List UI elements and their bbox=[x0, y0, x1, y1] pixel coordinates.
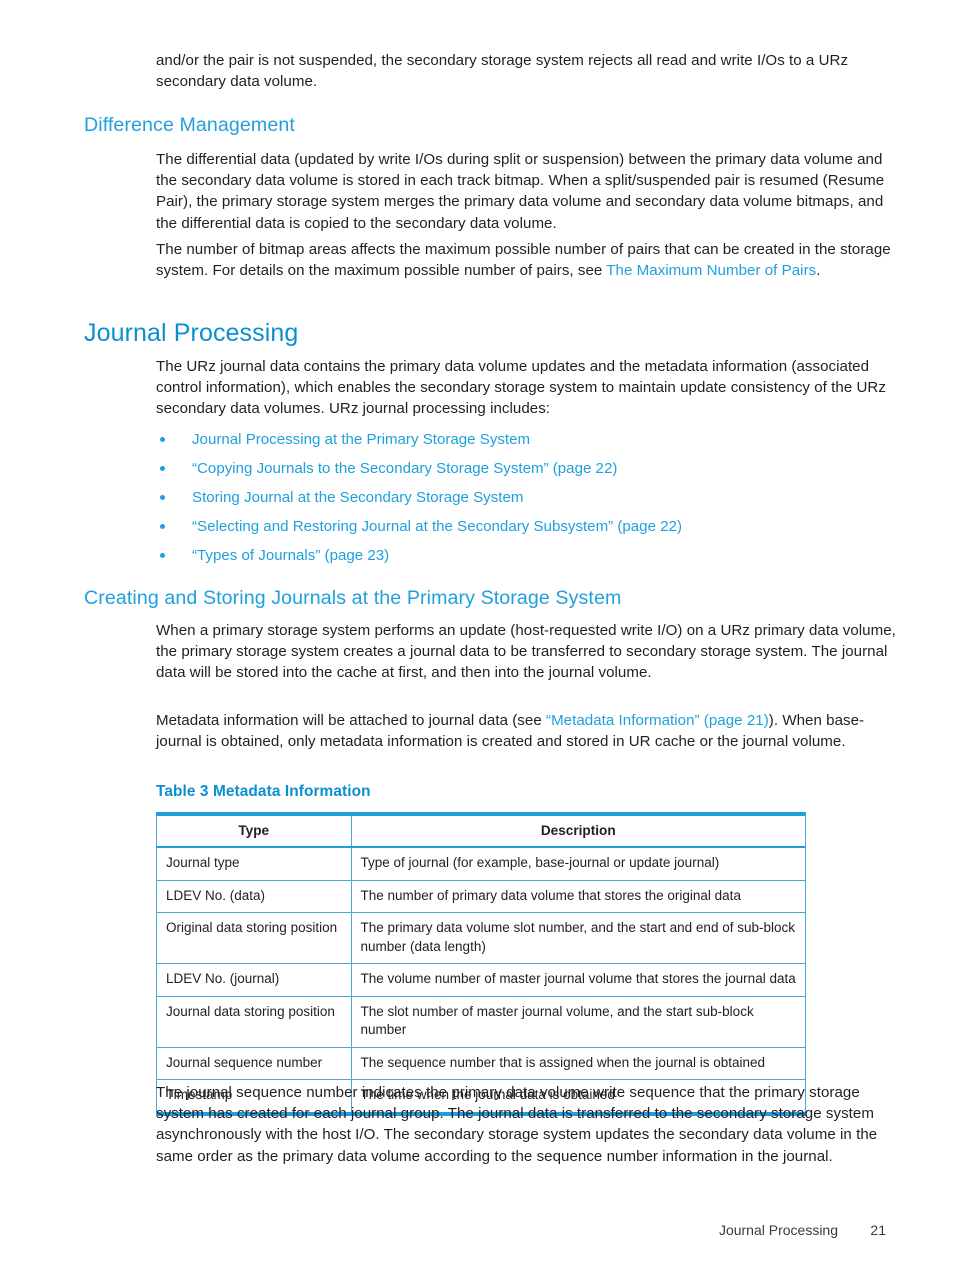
link-selecting-restoring-journal[interactable]: “Selecting and Restoring Journal at the … bbox=[192, 512, 682, 541]
journal-processing-paragraph-1: The URz journal data contains the primar… bbox=[156, 358, 886, 418]
footer-section-title: Journal Processing bbox=[718, 1222, 838, 1238]
cell-type: Journal data storing position bbox=[157, 996, 352, 1048]
list-item[interactable]: “Types of Journals” (page 23) bbox=[156, 541, 898, 570]
heading-creating-and-storing-journals: Creating and Storing Journals at the Pri… bbox=[84, 587, 622, 609]
cell-description: The slot number of master journal volume… bbox=[351, 996, 805, 1048]
heading-difference-management: Difference Management bbox=[84, 114, 295, 136]
link-storing-journal-secondary[interactable]: Storing Journal at the Secondary Storage… bbox=[192, 483, 523, 512]
list-item[interactable]: Journal Processing at the Primary Storag… bbox=[156, 425, 898, 454]
table-row: Original data storing position The prima… bbox=[157, 912, 805, 964]
cell-type: Journal type bbox=[157, 847, 352, 881]
heading-journal-processing: Journal Processing bbox=[84, 319, 299, 347]
paragraph-text-after: . bbox=[816, 262, 821, 280]
bullet-dot-icon bbox=[160, 437, 165, 442]
cell-description: The number of primary data volume that s… bbox=[351, 880, 805, 913]
journal-processing-bullet-list: Journal Processing at the Primary Storag… bbox=[156, 425, 898, 570]
list-item[interactable]: “Selecting and Restoring Journal at the … bbox=[156, 512, 898, 541]
bullet-dot-icon bbox=[160, 466, 165, 471]
table-row: LDEV No. (journal) The volume number of … bbox=[157, 963, 805, 997]
cell-type: LDEV No. (journal) bbox=[157, 963, 352, 997]
cell-type: Original data storing position bbox=[157, 912, 352, 964]
table-caption: Table 3 Metadata Information bbox=[156, 783, 371, 800]
cell-description: The primary data volume slot number, and… bbox=[351, 912, 805, 964]
cell-type: LDEV No. (data) bbox=[157, 880, 352, 913]
table-row: Journal data storing position The slot n… bbox=[157, 996, 805, 1048]
footer-page-number: 21 bbox=[870, 1222, 886, 1238]
cell-description: The volume number of master journal volu… bbox=[351, 963, 805, 997]
closing-paragraph: The journal sequence number indicates th… bbox=[156, 1084, 878, 1165]
link-copying-journals-secondary[interactable]: “Copying Journals to the Secondary Stora… bbox=[192, 454, 617, 483]
creating-storing-paragraph-1: When a primary storage system performs a… bbox=[156, 622, 896, 682]
metadata-information-table: Type Description Journal type Type of jo… bbox=[156, 812, 806, 1116]
bullet-dot-icon bbox=[160, 524, 165, 529]
cell-description: The sequence number that is assigned whe… bbox=[351, 1047, 805, 1080]
link-types-of-journals[interactable]: “Types of Journals” (page 23) bbox=[192, 541, 389, 570]
link-journal-processing-primary[interactable]: Journal Processing at the Primary Storag… bbox=[192, 425, 530, 454]
bullet-dot-icon bbox=[160, 553, 165, 558]
creating-storing-paragraph-2: Metadata information will be attached to… bbox=[156, 710, 898, 752]
difference-management-paragraph-2: The number of bitmap areas affects the m… bbox=[156, 239, 898, 281]
document-page: and/or the pair is not suspended, the se… bbox=[0, 0, 954, 1271]
cell-type: Journal sequence number bbox=[157, 1047, 352, 1080]
cell-description: Type of journal (for example, base-journ… bbox=[351, 847, 805, 881]
column-header-description: Description bbox=[351, 816, 805, 848]
table-row: Journal sequence number The sequence num… bbox=[157, 1047, 805, 1080]
link-the-maximum-number-of-pairs[interactable]: The Maximum Number of Pairs bbox=[606, 262, 816, 279]
list-item[interactable]: Storing Journal at the Secondary Storage… bbox=[156, 483, 898, 512]
link-metadata-information[interactable]: “Metadata Information” (page 21) bbox=[546, 712, 769, 729]
table-row: Journal type Type of journal (for exampl… bbox=[157, 847, 805, 881]
column-header-type: Type bbox=[157, 816, 352, 848]
paragraph-text-before: Metadata information will be attached to… bbox=[156, 712, 546, 729]
table-header-row: Type Description bbox=[157, 816, 805, 848]
bullet-dot-icon bbox=[160, 495, 165, 500]
list-item[interactable]: “Copying Journals to the Secondary Stora… bbox=[156, 454, 898, 483]
intro-paragraph: and/or the pair is not suspended, the se… bbox=[156, 52, 849, 91]
difference-management-paragraph-1: The differential data (updated by write … bbox=[156, 151, 885, 232]
table-row: LDEV No. (data) The number of primary da… bbox=[157, 880, 805, 913]
